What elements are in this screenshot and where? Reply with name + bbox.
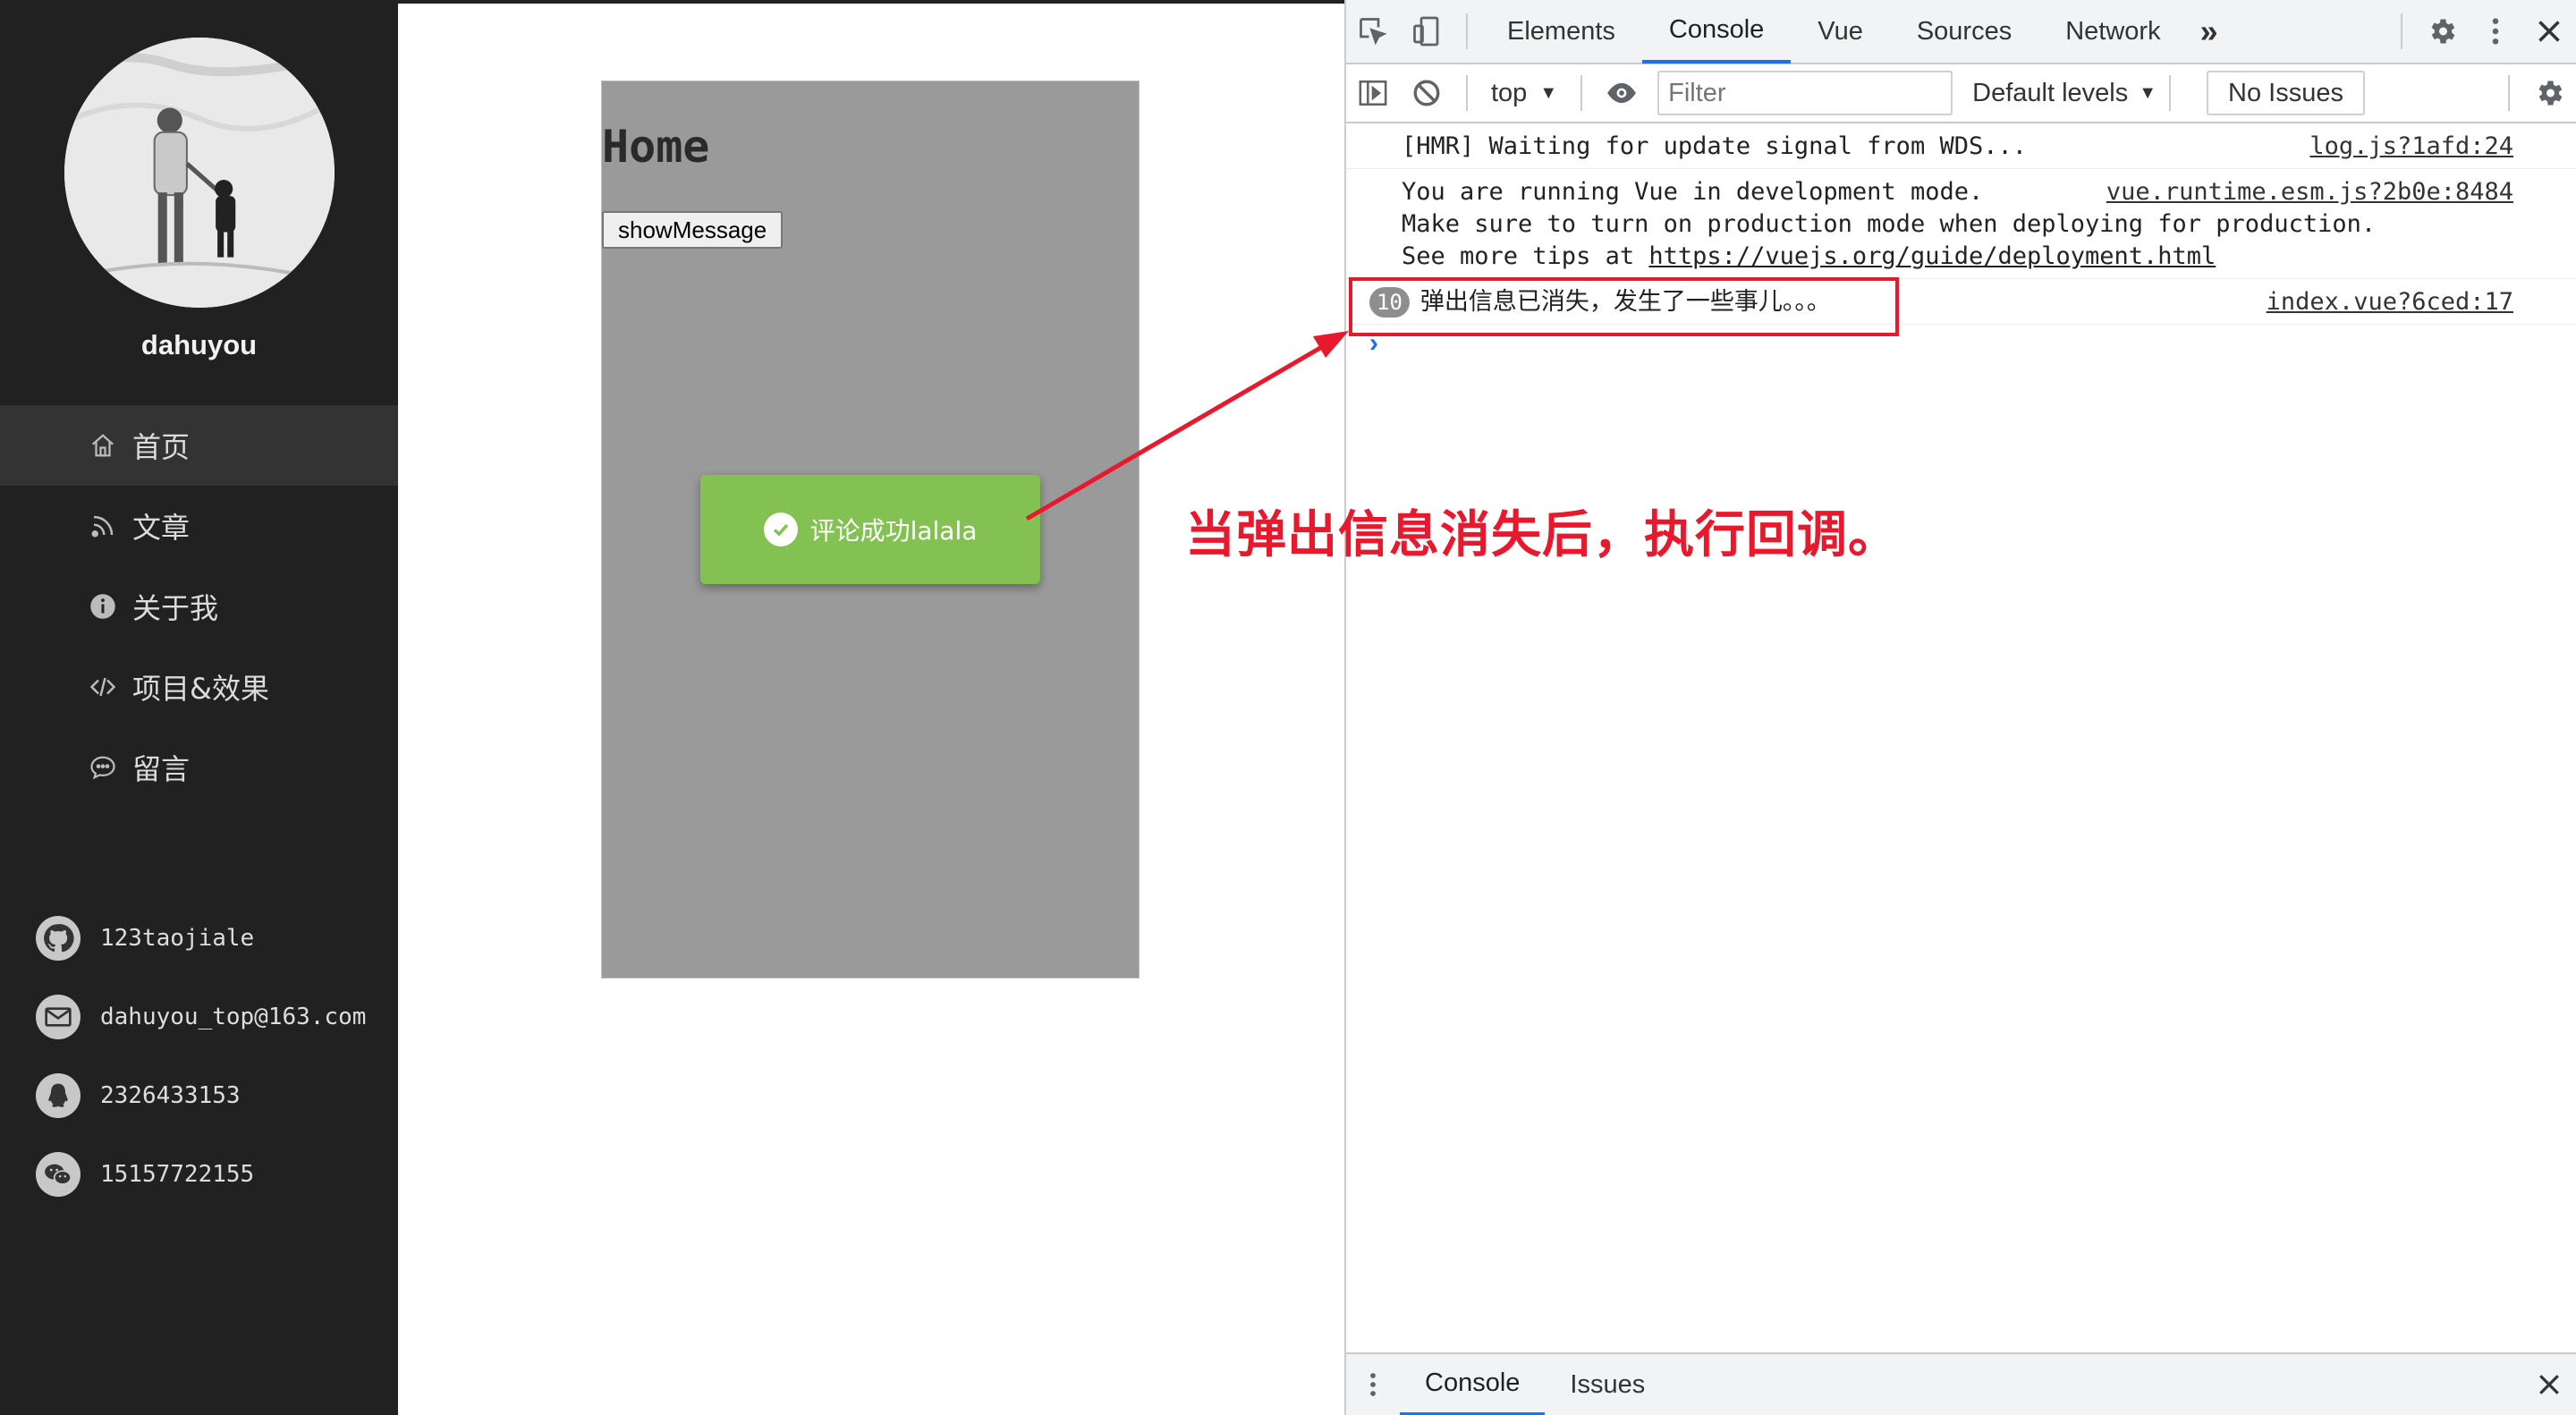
contact-text: 123taojiale	[100, 925, 255, 952]
levels-label: Default levels	[1972, 78, 2129, 107]
log-link-prefix: See more tips at	[1402, 242, 1649, 270]
log-levels-select[interactable]: Default levels ▼	[1972, 79, 2157, 108]
chat-icon	[88, 752, 118, 783]
contacts: 123taojiale dahuyou_top@163.com 23264331…	[0, 899, 398, 1214]
contact-text: 2326433153	[100, 1082, 241, 1109]
nav-item-about[interactable]: 关于我	[0, 566, 398, 647]
tab-elements[interactable]: Elements	[1480, 0, 1642, 64]
dropdown-arrow-icon: ▼	[2139, 82, 2157, 103]
toast-message: 评论成功lalala	[809, 516, 978, 546]
context-select[interactable]: top ▼	[1480, 79, 1568, 108]
inspect-element-icon[interactable]	[1346, 0, 1400, 64]
tab-network[interactable]: Network	[2038, 0, 2187, 64]
dropdown-arrow-icon: ▼	[1539, 82, 1558, 103]
console-log-entry: You are running Vue in development mode.…	[1346, 169, 2576, 279]
log-message: Make sure to turn on production mode whe…	[1402, 210, 2377, 238]
separator	[2169, 75, 2172, 111]
avatar[interactable]	[64, 38, 335, 308]
contact-text: 15157722155	[100, 1161, 255, 1188]
drawer-tab-issues[interactable]: Issues	[1545, 1353, 1670, 1415]
drawer-menu-icon[interactable]	[1346, 1352, 1400, 1415]
nav-item-label: 留言	[132, 752, 191, 786]
settings-gear-icon[interactable]	[2415, 0, 2469, 64]
console-settings	[2496, 61, 2576, 125]
home-icon	[88, 430, 118, 461]
devtools-actions	[2388, 0, 2576, 64]
nav-item-label: 项目&效果	[132, 672, 269, 706]
nav-item-projects[interactable]: 项目&效果	[0, 647, 398, 727]
drawer-close-icon[interactable]	[2522, 1352, 2576, 1415]
separator	[1466, 13, 1468, 49]
console-settings-gear-icon[interactable]	[2522, 61, 2576, 125]
drawer-tab-console[interactable]: Console	[1400, 1353, 1546, 1415]
contact-text: dahuyou_top@163.com	[100, 1004, 367, 1030]
log-message: See more tips at https://vuejs.org/guide…	[1402, 241, 2576, 273]
issues-button[interactable]: No Issues	[2207, 71, 2365, 115]
tab-sources[interactable]: Sources	[1890, 0, 2038, 64]
device-toolbar-icon[interactable]	[1400, 0, 1453, 64]
check-circle-icon	[763, 513, 798, 547]
username: dahuyou	[140, 329, 258, 360]
wechat-icon	[36, 1152, 80, 1197]
contact-github[interactable]: 123taojiale	[0, 899, 398, 978]
console-toolbar: top ▼ Default levels ▼ No Issues	[1346, 64, 2576, 123]
more-tabs-icon[interactable]: »	[2188, 0, 2231, 64]
log-source-link[interactable]: log.js?1afd:24	[2309, 131, 2513, 163]
nav-item-messages[interactable]: 留言	[0, 727, 398, 808]
rss-icon	[88, 511, 118, 541]
nav-item-label: 首页	[132, 430, 191, 464]
live-expression-eye-icon[interactable]	[1595, 61, 1648, 125]
show-message-button[interactable]: showMessage	[602, 211, 784, 249]
github-icon	[36, 916, 80, 961]
close-icon[interactable]	[2522, 0, 2576, 64]
separator	[1580, 75, 1583, 111]
contact-qq[interactable]: 2326433153	[0, 1056, 398, 1135]
nav-item-label: 关于我	[132, 591, 219, 625]
tab-vue[interactable]: Vue	[1791, 0, 1890, 64]
page-content: Home showMessage	[398, 0, 1344, 1415]
log-source-link[interactable]: vue.runtime.esm.js?2b0e:8484	[2106, 176, 2513, 208]
clear-console-icon[interactable]	[1400, 61, 1453, 125]
nav-item-label: 文章	[132, 511, 191, 545]
devtools-tabbar: Elements Console Vue Sources Network »	[1346, 0, 2576, 64]
filter-input[interactable]	[1657, 71, 1953, 115]
sidebar-toggle-icon[interactable]	[1346, 61, 1400, 125]
qq-icon	[36, 1073, 80, 1118]
separator	[2508, 75, 2510, 111]
separator	[2401, 13, 2402, 49]
contact-wechat[interactable]: 15157722155	[0, 1135, 398, 1214]
contact-mail[interactable]: dahuyou_top@163.com	[0, 978, 398, 1056]
nav-menu: 首页 文章 关于我 项目&效果 留言	[0, 405, 398, 808]
highlight-box	[1349, 277, 1899, 336]
nav-item-home[interactable]: 首页	[0, 405, 398, 486]
success-toast: 评论成功lalala	[700, 475, 1040, 584]
drawer-tabbar: Console Issues	[1346, 1352, 2576, 1415]
annotation-text: 当弹出信息消失后，执行回调。	[1185, 506, 1899, 564]
deployment-guide-link[interactable]: https://vuejs.org/guide/deployment.html	[1648, 242, 2216, 270]
log-source-link[interactable]: index.vue?6ced:17	[2267, 286, 2513, 318]
page-title: Home	[602, 121, 710, 173]
kebab-menu-icon[interactable]	[2469, 0, 2522, 64]
console-log-entry: [HMR] Waiting for update signal from WDS…	[1346, 123, 2576, 169]
separator	[1466, 75, 1468, 111]
code-icon	[88, 672, 118, 702]
mail-icon	[36, 995, 80, 1039]
sidebar: dahuyou 首页 文章 关于我 项目&效果 留言 123taojiale d…	[0, 0, 398, 1415]
info-icon	[88, 591, 118, 622]
nav-item-articles[interactable]: 文章	[0, 486, 398, 566]
context-label: top	[1491, 78, 1528, 107]
screen: dahuyou 首页 文章 关于我 项目&效果 留言 123taojiale d…	[0, 0, 2576, 1415]
drawer-actions	[2522, 1352, 2576, 1415]
tab-console[interactable]: Console	[1641, 0, 1792, 64]
devtools-panel: Elements Console Vue Sources Network » t…	[1344, 0, 2576, 1415]
